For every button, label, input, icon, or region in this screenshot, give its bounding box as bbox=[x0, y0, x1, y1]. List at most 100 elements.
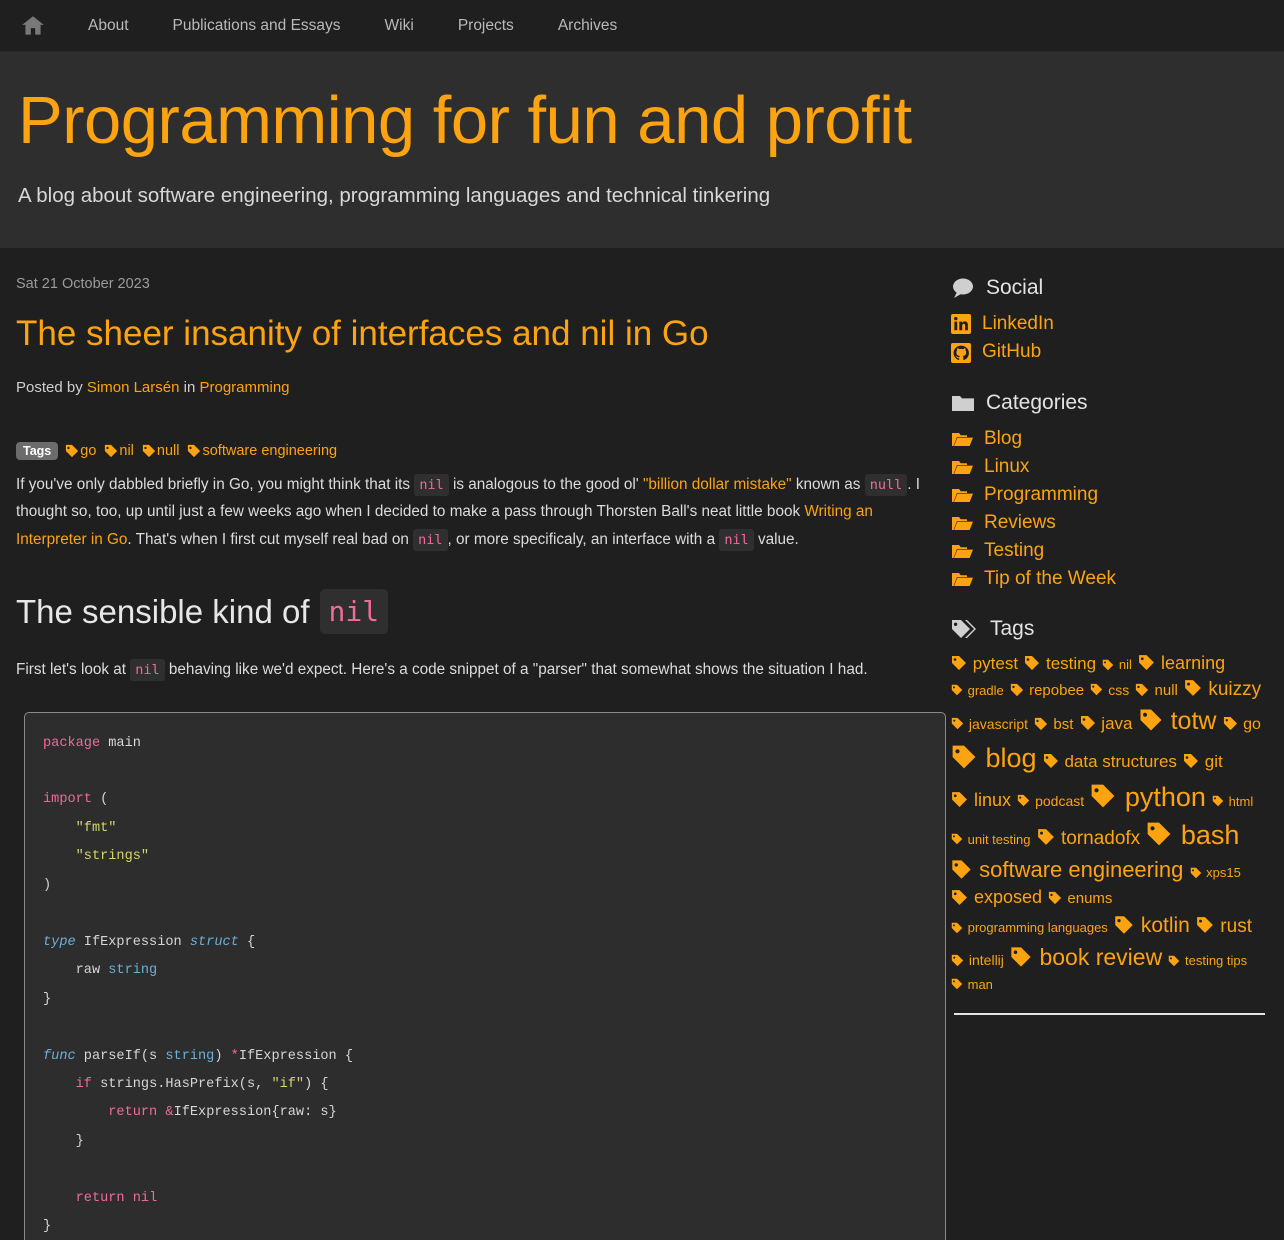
tag-icon bbox=[1190, 867, 1201, 879]
nav-link-about[interactable]: About bbox=[78, 11, 139, 41]
cloud-tag-data-structures[interactable]: data structures bbox=[1043, 752, 1177, 771]
social-link-github[interactable]: GitHub bbox=[951, 338, 1268, 366]
tag-icon bbox=[952, 746, 976, 769]
home-icon[interactable] bbox=[16, 9, 50, 43]
folder-open-icon bbox=[952, 432, 973, 446]
tag-icon bbox=[1010, 683, 1024, 696]
tag-icon bbox=[1185, 680, 1201, 696]
cloud-tag-linux[interactable]: linux bbox=[951, 790, 1011, 810]
tags-badge: Tags bbox=[16, 441, 59, 461]
nav-link-archives[interactable]: Archives bbox=[548, 11, 627, 41]
nav-link-wiki[interactable]: Wiki bbox=[375, 11, 424, 41]
inline-code-null: null bbox=[864, 474, 908, 497]
category-label: Blog bbox=[984, 427, 1023, 449]
section-heading-text: The sensible kind of bbox=[16, 592, 310, 630]
tag-icon bbox=[1147, 822, 1171, 846]
cloud-tag-kuizzy[interactable]: kuizzy bbox=[1184, 679, 1261, 700]
cloud-tag-label: blog bbox=[978, 743, 1037, 774]
cloud-tag-blog[interactable]: blog bbox=[951, 743, 1037, 773]
category-link-testing[interactable]: Testing bbox=[951, 537, 1268, 565]
cloud-tag-xps15[interactable]: xps15 bbox=[1190, 865, 1241, 880]
cloud-tag-nil[interactable]: nil bbox=[1102, 657, 1132, 672]
cloud-tag-label: gradle bbox=[964, 682, 1004, 698]
social-link-linkedin[interactable]: LinkedIn bbox=[951, 310, 1268, 338]
cloud-tag-man[interactable]: man bbox=[951, 977, 993, 992]
folder-open-icon bbox=[952, 516, 973, 530]
inline-code-nil: nil bbox=[413, 528, 448, 551]
cloud-tag-go[interactable]: go bbox=[1223, 716, 1261, 733]
billion-dollar-mistake-link[interactable]: "billion dollar mistake" bbox=[643, 476, 792, 493]
cloud-tag-pytest[interactable]: pytest bbox=[951, 654, 1018, 673]
nav-link-projects[interactable]: Projects bbox=[448, 11, 524, 41]
post-tag-null[interactable]: null bbox=[142, 443, 179, 459]
cloud-tag-git[interactable]: git bbox=[1183, 752, 1223, 771]
cloud-tag-label: bash bbox=[1173, 819, 1240, 850]
category-link-reviews[interactable]: Reviews bbox=[951, 509, 1268, 537]
widget-social: Social LinkedIn GitHub bbox=[951, 276, 1268, 366]
cloud-tag-bash[interactable]: bash bbox=[1146, 820, 1239, 850]
cloud-tag-learning[interactable]: learning bbox=[1138, 653, 1225, 673]
cloud-tag-css[interactable]: css bbox=[1090, 682, 1129, 698]
post-tag-software-engineering[interactable]: software engineering bbox=[187, 443, 337, 459]
cloud-tag-label: podcast bbox=[1031, 792, 1085, 809]
site-tagline: A blog about software engineering, progr… bbox=[18, 184, 771, 208]
post-byline: Posted by Simon Larsén in Programming bbox=[16, 379, 946, 396]
cloud-tag-book-review[interactable]: book review bbox=[1010, 944, 1162, 970]
cloud-tag-label: git bbox=[1200, 752, 1223, 772]
cloud-tag-podcast[interactable]: podcast bbox=[1017, 793, 1084, 809]
section-heading: The sensible kind of nil bbox=[16, 588, 946, 635]
tag-icon bbox=[1037, 829, 1054, 846]
cloud-tag-html[interactable]: html bbox=[1212, 794, 1253, 809]
cloud-tag-null[interactable]: null bbox=[1135, 682, 1178, 699]
cloud-tag-testing[interactable]: testing bbox=[1024, 654, 1096, 673]
cloud-tag-software-engineering[interactable]: software engineering bbox=[951, 857, 1183, 882]
post-tag-label: nil bbox=[119, 442, 134, 459]
cloud-tag-kotlin[interactable]: kotlin bbox=[1114, 914, 1190, 937]
folder-open-icon bbox=[952, 488, 973, 502]
cloud-tag-label: unit testing bbox=[964, 831, 1031, 847]
cloud-tag-rust[interactable]: rust bbox=[1196, 916, 1252, 937]
cloud-tag-bst[interactable]: bst bbox=[1034, 716, 1073, 733]
tag-icon bbox=[1136, 683, 1149, 696]
intro-text-6: , or more specificaly, an interface with… bbox=[447, 530, 716, 548]
category-link-blog[interactable]: Blog bbox=[951, 425, 1268, 453]
cloud-tag-python[interactable]: python bbox=[1090, 782, 1206, 812]
cloud-tag-label: linux bbox=[969, 789, 1012, 810]
cloud-tag-unit-testing[interactable]: unit testing bbox=[951, 832, 1031, 847]
linkedin-icon bbox=[951, 314, 971, 335]
post-title-link[interactable]: The sheer insanity of interfaces and nil… bbox=[16, 314, 709, 353]
tag-icon bbox=[951, 954, 964, 966]
speech-bubble-icon bbox=[953, 278, 973, 299]
tag-icon bbox=[952, 656, 966, 671]
cloud-tag-totw[interactable]: totw bbox=[1139, 707, 1216, 735]
cloud-tag-enums[interactable]: enums bbox=[1048, 890, 1112, 907]
github-icon bbox=[951, 342, 971, 363]
post-body: If you've only dabbled briefly in Go, yo… bbox=[16, 471, 946, 1240]
tag-icon bbox=[951, 718, 964, 730]
cloud-tag-javascript[interactable]: javascript bbox=[951, 716, 1028, 732]
post-tag-nil[interactable]: nil bbox=[104, 443, 134, 459]
post-tag-go[interactable]: go bbox=[65, 443, 96, 459]
cloud-tag-java[interactable]: java bbox=[1080, 714, 1132, 733]
tags-widget-title: Tags bbox=[990, 617, 1035, 641]
tag-icon bbox=[1035, 717, 1048, 730]
cloud-tag-gradle[interactable]: gradle bbox=[951, 683, 1004, 698]
post-author-link[interactable]: Simon Larsén bbox=[87, 379, 180, 396]
cloud-tag-testing-tips[interactable]: testing tips bbox=[1168, 953, 1247, 968]
category-link-linux[interactable]: Linux bbox=[951, 453, 1268, 481]
code-block-content: package main import ( "fmt" "strings" ) … bbox=[43, 735, 354, 1235]
cloud-tag-programming-languages[interactable]: programming languages bbox=[951, 920, 1108, 935]
cloud-tag-intellij[interactable]: intellij bbox=[951, 952, 1004, 968]
category-link-programming[interactable]: Programming bbox=[951, 481, 1268, 509]
primary-nav: About Publications and Essays Wiki Proje… bbox=[78, 11, 627, 41]
cloud-tag-exposed[interactable]: exposed bbox=[951, 887, 1042, 907]
cloud-tag-repobee[interactable]: repobee bbox=[1010, 682, 1084, 699]
cloud-tag-label: python bbox=[1117, 781, 1206, 812]
cloud-tag-tornadofx[interactable]: tornadofx bbox=[1037, 828, 1140, 849]
code-block: package main import ( "fmt" "strings" ) … bbox=[24, 711, 946, 1240]
cloud-tag-label: intellij bbox=[965, 951, 1004, 968]
category-link-tip-of-the-week[interactable]: Tip of the Week bbox=[951, 565, 1268, 593]
post-category-link[interactable]: Programming bbox=[199, 379, 289, 396]
folder-open-icon bbox=[952, 460, 973, 474]
nav-link-publications[interactable]: Publications and Essays bbox=[163, 11, 351, 41]
